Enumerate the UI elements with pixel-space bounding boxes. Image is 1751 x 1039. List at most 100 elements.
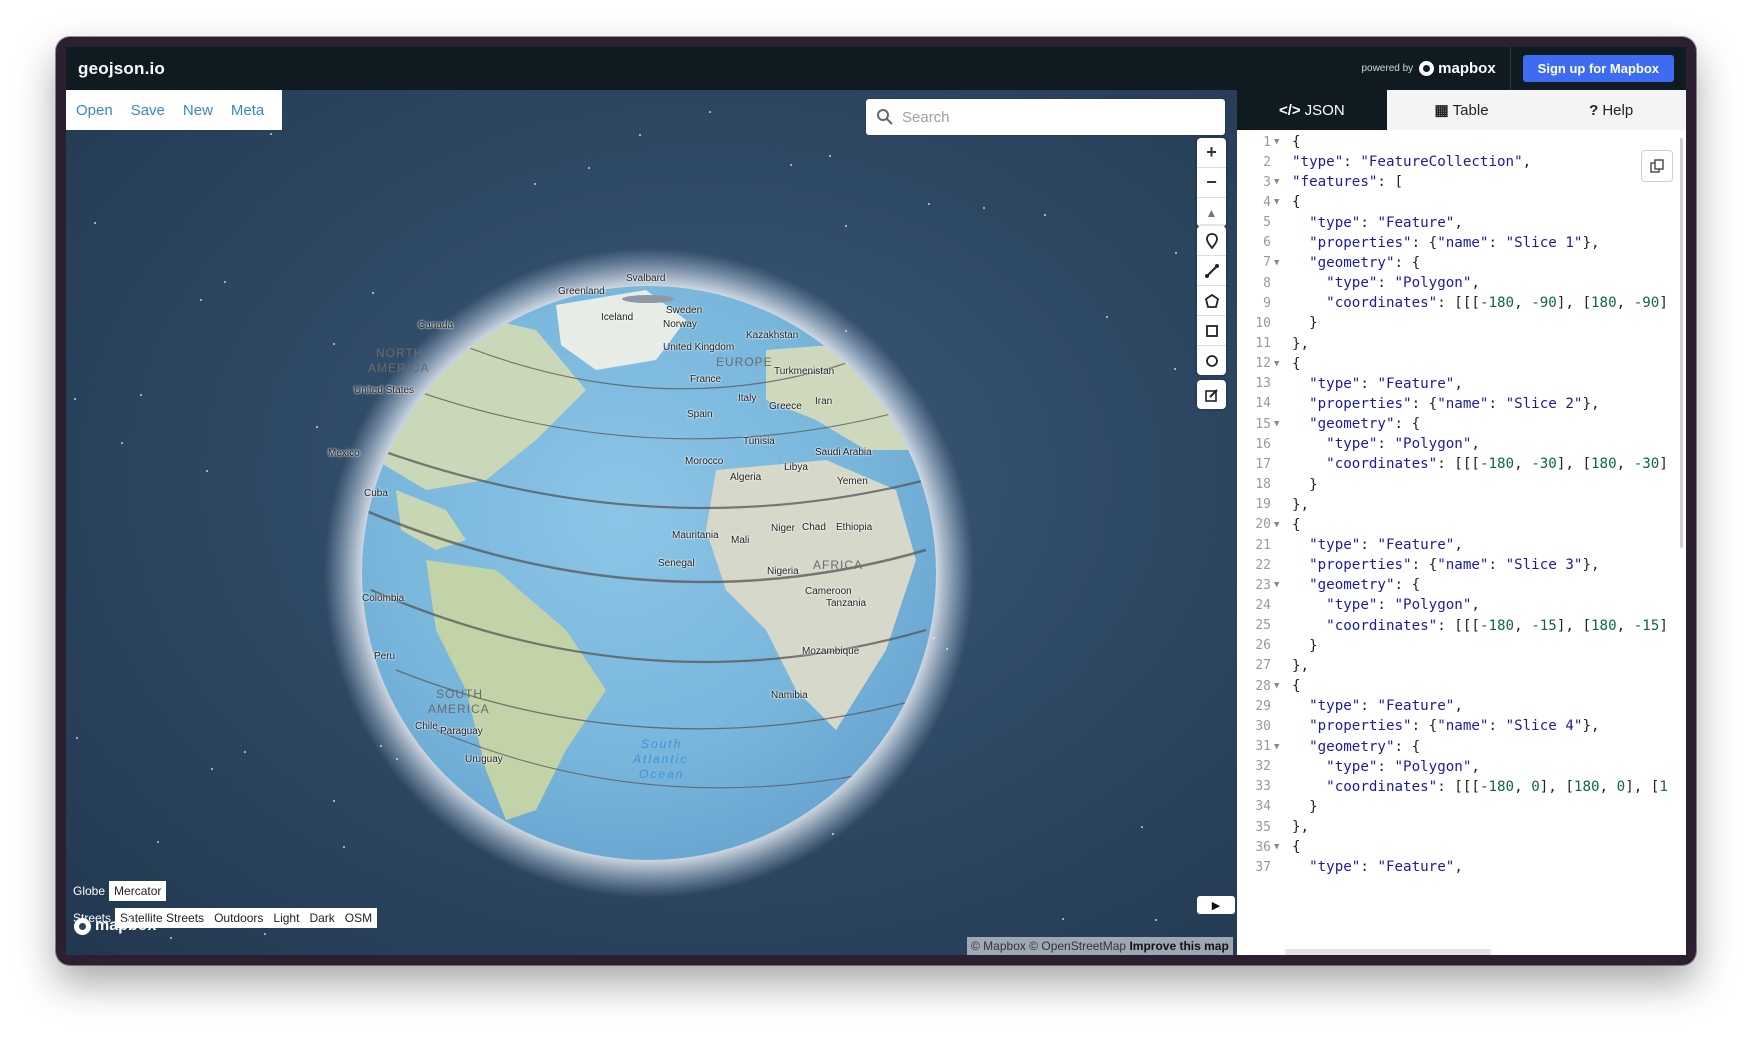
search-box[interactable]: Search — [866, 99, 1225, 135]
code-line[interactable]: 32 "type": "Polygon", — [1237, 756, 1480, 778]
code-line[interactable]: 35}, — [1237, 816, 1309, 838]
search-icon — [877, 109, 893, 125]
code-line[interactable]: 8 "type": "Polygon", — [1237, 272, 1480, 294]
json-editor[interactable]: 1 ▼{2 "type": "FeatureCollection", 3 ▼ "featu… — [1237, 130, 1686, 955]
code-line[interactable]: 29 "type": "Feature", — [1237, 695, 1463, 717]
marker-icon[interactable] — [1197, 226, 1226, 256]
code-line[interactable]: 34 } — [1237, 796, 1317, 818]
code-line[interactable]: 9 "coordinates": [[[-180, -90], [180, -9… — [1237, 292, 1668, 314]
circle-icon[interactable] — [1197, 346, 1226, 375]
edit-icon-svg — [1204, 388, 1218, 402]
projection-mercator[interactable]: Mercator — [109, 881, 167, 901]
collapse-panel-button[interactable]: ▶ — [1197, 896, 1235, 914]
menu-meta[interactable]: Meta — [231, 102, 264, 119]
tab-table[interactable]: ▦ Table — [1387, 90, 1537, 130]
code-text: }, — [1292, 819, 1310, 836]
code-line[interactable]: 3 ▼ "features": [ — [1237, 171, 1403, 193]
signup-button[interactable]: Sign up for Mapbox — [1522, 55, 1674, 82]
code-line[interactable]: 2 "type": "FeatureCollection", — [1237, 151, 1531, 173]
editor-scrollbar[interactable] — [1680, 138, 1683, 548]
code-line[interactable]: 22 "properties": {"name": "Slice 3"}, — [1237, 554, 1599, 576]
fold-toggle-icon[interactable]: ▼ — [1274, 520, 1284, 530]
code-line[interactable]: 23 ▼ "geometry": { — [1237, 574, 1420, 596]
improve-map-link[interactable]: Improve this map — [1129, 939, 1228, 953]
tab-help[interactable]: ? Help — [1536, 90, 1686, 130]
fold-toggle-icon[interactable]: ▼ — [1274, 580, 1284, 590]
compass-icon[interactable]: ▲ — [1197, 198, 1226, 227]
mapbox-watermark[interactable]: mapbox — [74, 917, 156, 935]
zoom-out-icon[interactable]: − — [1197, 168, 1226, 198]
code-line[interactable]: 1 ▼ { — [1237, 131, 1300, 153]
code-line[interactable]: 28 ▼ { — [1237, 675, 1300, 697]
code-line[interactable]: 36 ▼ { — [1237, 836, 1300, 858]
current-line-highlight — [1285, 949, 1491, 955]
map-view[interactable]: Svalbard Greenland Sweden Norway Iceland Cana… — [66, 90, 1237, 955]
code-line[interactable]: 19}, — [1237, 494, 1309, 516]
code-text: { — [1292, 516, 1301, 533]
code-line[interactable]: 18 } — [1237, 474, 1318, 496]
map-label: Chad — [802, 522, 826, 533]
globe[interactable] — [66, 90, 1237, 955]
line-number: 34 — [1255, 799, 1271, 815]
rectangle-icon[interactable] — [1197, 316, 1226, 346]
code-line[interactable]: 11}, — [1237, 333, 1309, 355]
fold-toggle-icon[interactable]: ▼ — [1274, 177, 1284, 187]
code-line[interactable]: 13 "type": "Feature", — [1237, 373, 1463, 395]
code-line[interactable]: 4 ▼ { — [1237, 191, 1300, 213]
code-text: } — [1292, 476, 1318, 493]
projection-globe[interactable]: Globe — [69, 881, 109, 901]
code-line[interactable]: 6 "properties": {"name": "Slice 1"}, — [1237, 232, 1599, 254]
code-line[interactable]: 20 ▼ { — [1237, 514, 1301, 536]
code-line[interactable]: 24 "type": "Polygon", — [1237, 594, 1480, 616]
code-line[interactable]: 17 "coordinates": [[[-180, -30], [180, -… — [1237, 453, 1668, 475]
edit-icon[interactable] — [1197, 380, 1226, 409]
map-label: Iceland — [601, 312, 634, 323]
fold-toggle-icon[interactable]: ▼ — [1274, 137, 1284, 147]
code-line[interactable]: 21 "type": "Feature", — [1237, 534, 1463, 556]
code-line[interactable]: 33 "coordinates": [[[-180, 0], [180, 0],… — [1237, 776, 1668, 798]
search-input[interactable]: Search — [902, 109, 950, 126]
style-dark[interactable]: Dark — [304, 908, 340, 928]
fold-toggle-icon[interactable]: ▼ — [1274, 359, 1284, 369]
code-line[interactable]: 12 ▼ { — [1237, 353, 1300, 375]
fold-toggle-icon[interactable]: ▼ — [1274, 742, 1284, 752]
copy-button[interactable] — [1641, 150, 1673, 182]
line-icon[interactable] — [1197, 256, 1226, 286]
mapbox-logo[interactable]: mapbox — [1419, 60, 1496, 77]
style-outdoors[interactable]: Outdoors — [209, 908, 269, 928]
code-line[interactable]: 5 "type": "Feature", — [1237, 212, 1463, 234]
line-number: 8 — [1263, 275, 1271, 291]
fold-toggle-icon[interactable]: ▼ — [1274, 197, 1284, 207]
map-label: Niger — [771, 523, 795, 534]
attribution-text[interactable]: © Mapbox © OpenStreetMap — [971, 939, 1126, 953]
menu-save[interactable]: Save — [131, 102, 165, 119]
fold-toggle-icon[interactable]: ▼ — [1274, 419, 1284, 429]
map-label: Ocean — [639, 767, 685, 781]
code-line[interactable]: 31 ▼ "geometry": { — [1237, 736, 1420, 758]
code-line[interactable]: 7 ▼ "geometry": { — [1237, 252, 1420, 274]
style-light[interactable]: Light — [268, 908, 305, 928]
fold-toggle-icon[interactable]: ▼ — [1274, 258, 1284, 268]
code-text: }, — [1292, 496, 1310, 513]
polygon-icon[interactable] — [1197, 286, 1226, 316]
code-line[interactable]: 14 "properties": {"name": "Slice 2"}, — [1237, 393, 1599, 415]
code-line[interactable]: 37 "type": "Feature", — [1237, 856, 1463, 878]
menu-new[interactable]: New — [183, 102, 213, 119]
map-label: Iran — [815, 396, 833, 407]
line-number: 22 — [1255, 557, 1271, 573]
code-line[interactable]: 30 "properties": {"name": "Slice 4"}, — [1237, 715, 1599, 737]
code-line[interactable]: 16 "type": "Polygon", — [1237, 433, 1480, 455]
tab-json[interactable]: </> JSON — [1237, 90, 1387, 130]
map-label: Saudi Arabia — [815, 447, 872, 458]
fold-toggle-icon[interactable]: ▼ — [1274, 842, 1284, 852]
code-line[interactable]: 26 } — [1237, 635, 1317, 657]
fold-toggle-icon[interactable]: ▼ — [1274, 681, 1284, 691]
code-line[interactable]: 27}, — [1237, 655, 1309, 677]
code-line[interactable]: 10 } — [1237, 312, 1317, 334]
code-line[interactable]: 15 ▼ "geometry": { — [1237, 413, 1420, 435]
style-osm[interactable]: OSM — [339, 908, 378, 928]
code-line[interactable]: 25 "coordinates": [[[-180, -15], [180, -… — [1237, 615, 1668, 637]
app-title[interactable]: geojson.io — [78, 59, 165, 79]
zoom-in-icon[interactable]: + — [1197, 138, 1226, 168]
menu-open[interactable]: Open — [76, 102, 113, 119]
